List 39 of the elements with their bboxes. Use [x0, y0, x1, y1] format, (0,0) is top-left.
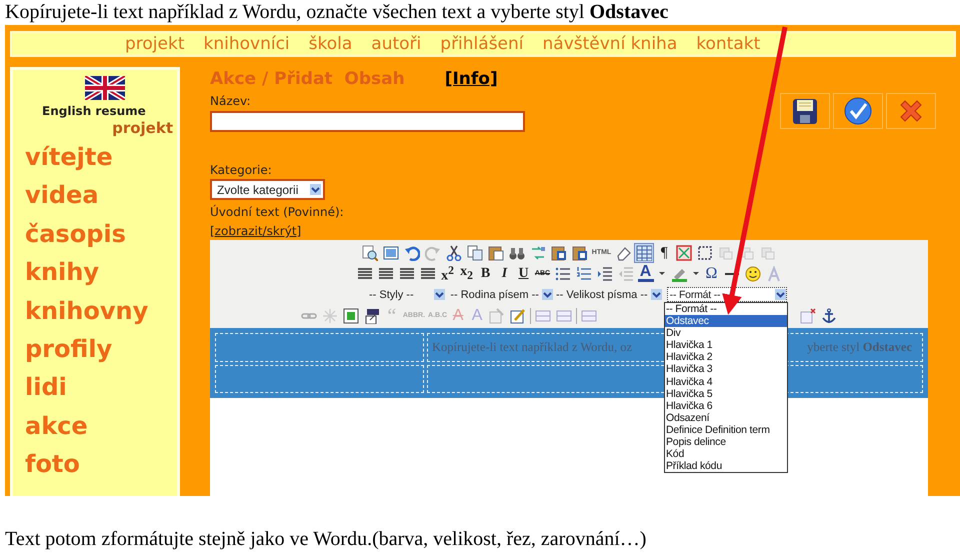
project-link[interactable]: projekt: [112, 118, 173, 138]
caption: Text potom zformátujte stejně jako ve Wordu.(barva, velikost, řez, zarovnání…): [4, 527, 648, 551]
dropdown-option[interactable]: Kód: [665, 448, 787, 460]
dropdown-option[interactable]: Hlavička 4: [665, 376, 787, 388]
field-label: Úvodní text (Povinné):: [210, 204, 345, 220]
format-button[interactable]: U: [516, 266, 532, 282]
info-link[interactable]: [Info]: [444, 69, 498, 89]
paragraph-text: yberte styl Odstavec: [807, 340, 912, 355]
toolbar-select[interactable]: -- Velikost písma --: [556, 287, 662, 302]
page-title: Akce / Přidat Obsah: [210, 69, 405, 89]
toggle-link[interactable]: [zobrazit/skrýt]: [210, 223, 956, 239]
dropdown-option[interactable]: Odstavec: [665, 315, 787, 328]
caption: Kopírujete-li text například z Wordu, označte všechen text a vyberte styl Odstavec: [4, 0, 670, 25]
dropdown-option[interactable]: Hlavička 3: [665, 363, 787, 376]
dropdown-option[interactable]: Hlavička 2: [665, 351, 787, 364]
toolbar-select[interactable]: -- Styly --: [351, 287, 446, 302]
dropdown-option[interactable]: Příklad kódu: [665, 460, 787, 472]
field-label: Kategorie:: [210, 162, 273, 178]
format-button[interactable]: B: [478, 266, 494, 282]
format-button[interactable]: x$_{2}$: [458, 264, 474, 284]
format-button[interactable]: ¶: [656, 244, 672, 260]
dropdown-option[interactable]: Odsazení: [665, 412, 787, 424]
paragraph-text: Kopírujete-li text například z Wordu, oz: [432, 340, 632, 355]
language-link[interactable]: English resume: [42, 104, 177, 118]
format-button[interactable]: A: [638, 265, 654, 282]
dropdown-option[interactable]: -- Formát --: [665, 303, 787, 316]
dropdown-option[interactable]: Div: [665, 327, 787, 340]
dropdown-option[interactable]: Hlavička 5: [665, 388, 787, 400]
format-button[interactable]: x$^{2}$: [440, 262, 456, 284]
toolbar-select[interactable]: -- Rodina písem --: [450, 287, 553, 302]
dropdown-option[interactable]: Definice Definition term: [665, 424, 787, 436]
format-button[interactable]: I: [496, 266, 512, 282]
field-label: Název:: [210, 93, 252, 109]
dropdown-option[interactable]: Hlavička 6: [665, 400, 787, 412]
format-button[interactable]: Ω: [704, 266, 720, 282]
dropdown-option[interactable]: Hlavička 1: [665, 339, 787, 352]
dropdown-option[interactable]: Popis delince: [665, 436, 787, 448]
category-select[interactable]: Zvolte kategorii: [210, 179, 325, 200]
toolbar-select[interactable]: -- Formát --: [666, 287, 787, 302]
